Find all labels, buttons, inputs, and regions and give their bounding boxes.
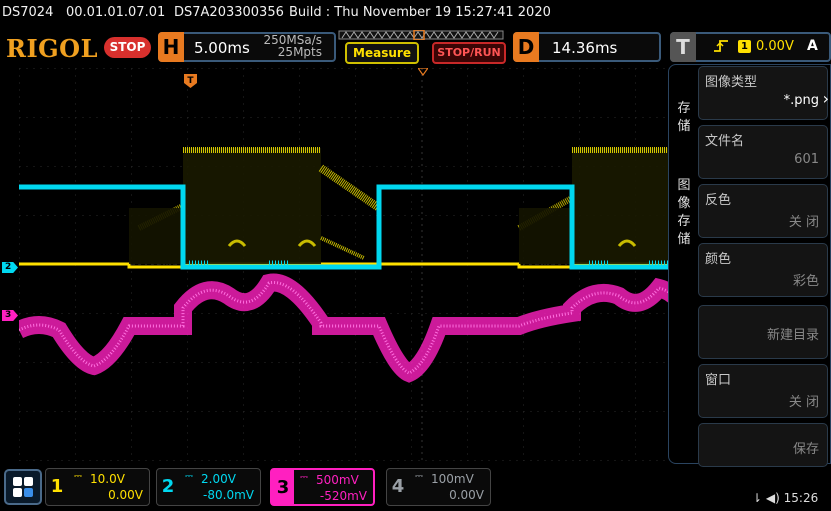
window-label: 窗口 [705, 373, 732, 388]
trigger-level: 0.00V [756, 39, 794, 54]
channel-1-number: 1 [50, 476, 64, 497]
trigger-delay-marker [418, 68, 428, 76]
save-label: 保存 [792, 442, 819, 457]
speaker-icon[interactable]: ◀) [766, 491, 780, 505]
menu-category-image-storage: 图像存储 [677, 178, 691, 247]
channel-2-scale: 2.00V [201, 472, 236, 486]
serial-label: DS7A203300356 [174, 5, 284, 20]
file-name-value: 601 [794, 152, 819, 167]
trigger-mode: A [807, 38, 818, 54]
channel-4-box[interactable]: 4 ⎓ 100mV 0.00V [386, 468, 491, 506]
horizontal-letter: H [158, 32, 184, 62]
menu-save[interactable]: 保存 [698, 423, 828, 467]
channel-4-number: 4 [391, 476, 405, 497]
delay-value: 14.36ms [552, 39, 618, 57]
model-label: DS7024 [2, 5, 54, 20]
menu-new-folder[interactable]: 新建目录 [698, 305, 828, 359]
memory-position-strip [338, 30, 504, 40]
status-bar: ⇂ ◀) 15:26 [752, 491, 818, 505]
channel-4-scale: 100mV [431, 472, 474, 486]
clock-time: 15:26 [783, 491, 819, 505]
home-button[interactable] [4, 469, 42, 505]
build-label: Build : Thu November 19 15:27:41 2020 [289, 5, 551, 20]
measure-button[interactable]: Measure [345, 42, 419, 64]
usb-icon: ⇂ [752, 491, 763, 505]
invert-label: 反色 [705, 193, 732, 208]
color-value: 彩色 [792, 274, 819, 289]
trigger-position-marker[interactable]: T [184, 74, 197, 88]
channel-1-scale: 10.0V [90, 472, 125, 486]
invert-value: 关 闭 [788, 215, 819, 230]
dc-coupling-icon: ⎓ [74, 471, 82, 482]
menu-window[interactable]: 窗口 关 闭 [698, 364, 828, 418]
image-type-value: *.png [783, 93, 819, 108]
trigger-letter: T [670, 32, 696, 62]
channel-3-offset: -520mV [319, 489, 367, 503]
dc-coupling-icon: ⎓ [185, 471, 193, 482]
chevron-right-icon: › [822, 89, 829, 108]
channel-3-number: 3 [272, 470, 294, 504]
channel-2-box[interactable]: 2 ⎓ 2.00V -80.0mV [156, 468, 261, 506]
menu-file-name[interactable]: 文件名 601 [698, 125, 828, 179]
channel-4-offset: 0.00V [449, 488, 484, 502]
channel-3-box[interactable]: 3 ⎓ 500mV -520mV [270, 468, 375, 506]
rising-edge-icon [713, 38, 729, 58]
device-info-bar: DS7024 00.01.01.07.01 DS7A203300356 Buil… [0, 0, 831, 28]
image-type-label: 图像类型 [705, 75, 758, 90]
trigger-marker-label: T [187, 76, 194, 86]
delay-letter: D [513, 32, 539, 62]
file-name-label: 文件名 [705, 134, 745, 149]
dc-coupling-icon: ⎓ [300, 472, 308, 483]
channel-2-offset: -80.0mV [203, 488, 254, 502]
memory-depth: 25Mpts [277, 45, 322, 59]
stop-run-button[interactable]: STOP/RUN [432, 42, 506, 64]
color-label: 颜色 [705, 252, 732, 267]
channel-1-offset: 0.00V [108, 488, 143, 502]
dc-coupling-icon: ⎓ [415, 471, 423, 482]
ch3-offset-marker[interactable]: 3 [2, 310, 18, 321]
menu-invert[interactable]: 反色 关 闭 [698, 184, 828, 238]
waveform-display[interactable] [19, 68, 691, 461]
channel-3-scale: 500mV [316, 473, 359, 487]
brand-logo: RIGOL [6, 34, 98, 63]
menu-image-type[interactable]: 图像类型 *.png › [698, 66, 829, 120]
channel-2-number: 2 [161, 476, 175, 497]
new-folder-label: 新建目录 [766, 328, 819, 343]
ch2-offset-marker[interactable]: 2 [2, 262, 18, 273]
channel-1-box[interactable]: 1 ⎓ 10.0V 0.00V [45, 468, 150, 506]
grid-apps-icon [13, 477, 33, 497]
run-state-badge[interactable]: STOP [104, 37, 151, 58]
window-value: 关 闭 [788, 395, 819, 410]
firmware-label: 00.01.01.07.01 [66, 5, 166, 20]
menu-color[interactable]: 颜色 彩色 [698, 243, 828, 297]
menu-category-storage: 存储 [677, 101, 691, 134]
sample-info: 250MSa/s 25Mpts [262, 34, 322, 58]
trigger-source-badge: 1 [738, 40, 751, 53]
timebase-scale: 5.00ms [194, 39, 250, 57]
